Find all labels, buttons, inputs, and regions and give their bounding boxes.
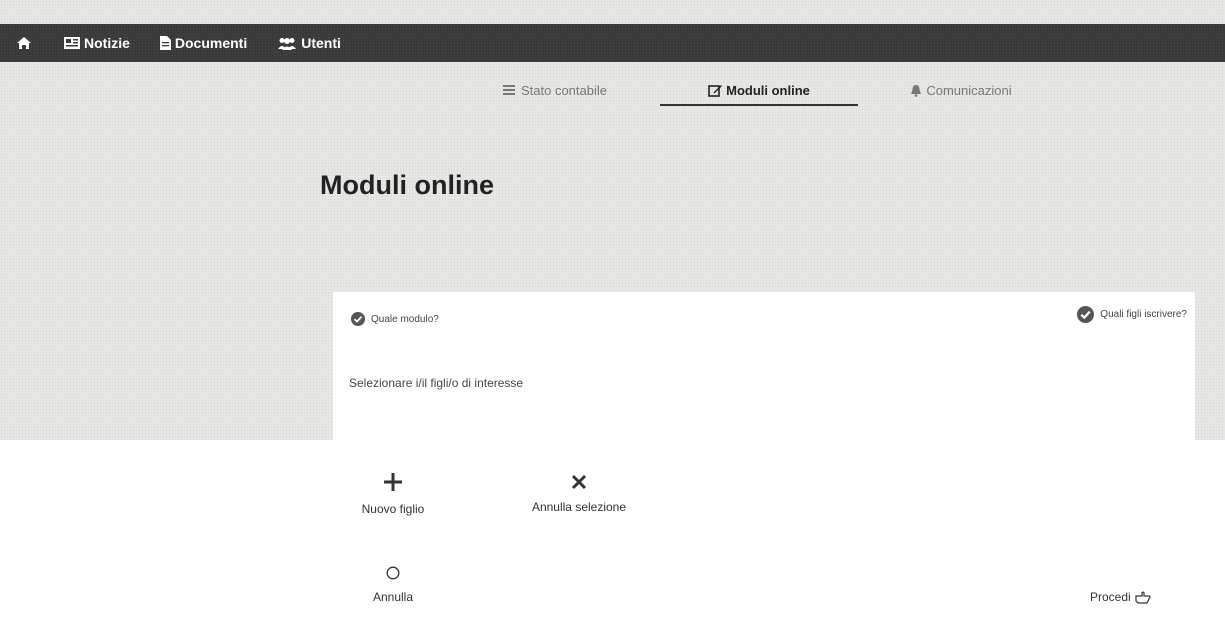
close-icon	[571, 474, 587, 490]
wizard-step-label: Quali figli iscrivere?	[1100, 309, 1187, 320]
nav-item-utenti[interactable]: Utenti	[277, 35, 341, 51]
tab-label: Moduli online	[726, 82, 810, 98]
active-tab-indicator	[660, 104, 858, 106]
edit-icon	[708, 84, 723, 97]
plus-icon	[384, 473, 402, 491]
cancel-button[interactable]: Annulla	[355, 566, 431, 604]
ledger-icon	[502, 84, 515, 95]
hand-pointer-icon	[1135, 591, 1151, 604]
users-icon	[278, 37, 297, 50]
wizard-step-2[interactable]: Quali figli iscrivere?	[1077, 306, 1187, 323]
tab-stato-contabile[interactable]: Stato contabile	[490, 74, 620, 106]
nav-item-notizie[interactable]: Notizie	[64, 35, 130, 51]
check-circle-icon	[1077, 306, 1095, 323]
nav-item-label: Notizie	[84, 35, 130, 51]
newspaper-icon	[64, 37, 80, 49]
wizard-step-label: Quale modulo?	[371, 313, 439, 325]
nav-item-label: Utenti	[301, 35, 341, 51]
top-navbar: Notizie Documenti Utenti	[0, 24, 1225, 62]
new-child-button[interactable]: Nuovo figlio	[355, 472, 431, 516]
home-icon	[17, 37, 31, 49]
nav-item-documenti[interactable]: Documenti	[159, 35, 248, 51]
tab-label: Stato contabile	[520, 82, 607, 98]
file-icon	[159, 36, 171, 50]
tab-moduli-online[interactable]: Moduli online	[690, 74, 828, 106]
check-circle-icon	[351, 312, 365, 326]
nav-menu: Notizie Documenti Utenti	[0, 24, 371, 62]
instruction-text: Selezionare i/il figli/o di interesse	[349, 376, 524, 390]
page-title: Moduli online	[320, 170, 494, 200]
new-child-label: Nuovo figlio	[361, 502, 425, 516]
proceed-button[interactable]: Procedi	[1090, 590, 1151, 604]
circle-outline-icon	[386, 566, 400, 580]
wizard-card: Quale modulo? Quali figli iscrivere? Sel…	[333, 292, 1195, 440]
bell-icon	[911, 84, 922, 97]
tab-comunicazioni[interactable]: Comunicazioni	[900, 74, 1022, 106]
cancel-label: Annulla	[372, 590, 414, 604]
wizard-step-1[interactable]: Quale modulo?	[351, 312, 439, 326]
cancel-selection-button[interactable]: Annulla selezione	[516, 474, 642, 514]
section-tabs: Stato contabile Moduli online Comunicazi…	[0, 74, 1225, 108]
proceed-label: Procedi	[1090, 590, 1131, 604]
home-button[interactable]	[16, 36, 36, 50]
tab-label: Comunicazioni	[926, 82, 1012, 98]
cancel-selection-label: Annulla selezione	[531, 500, 627, 514]
nav-item-label: Documenti	[174, 35, 248, 51]
